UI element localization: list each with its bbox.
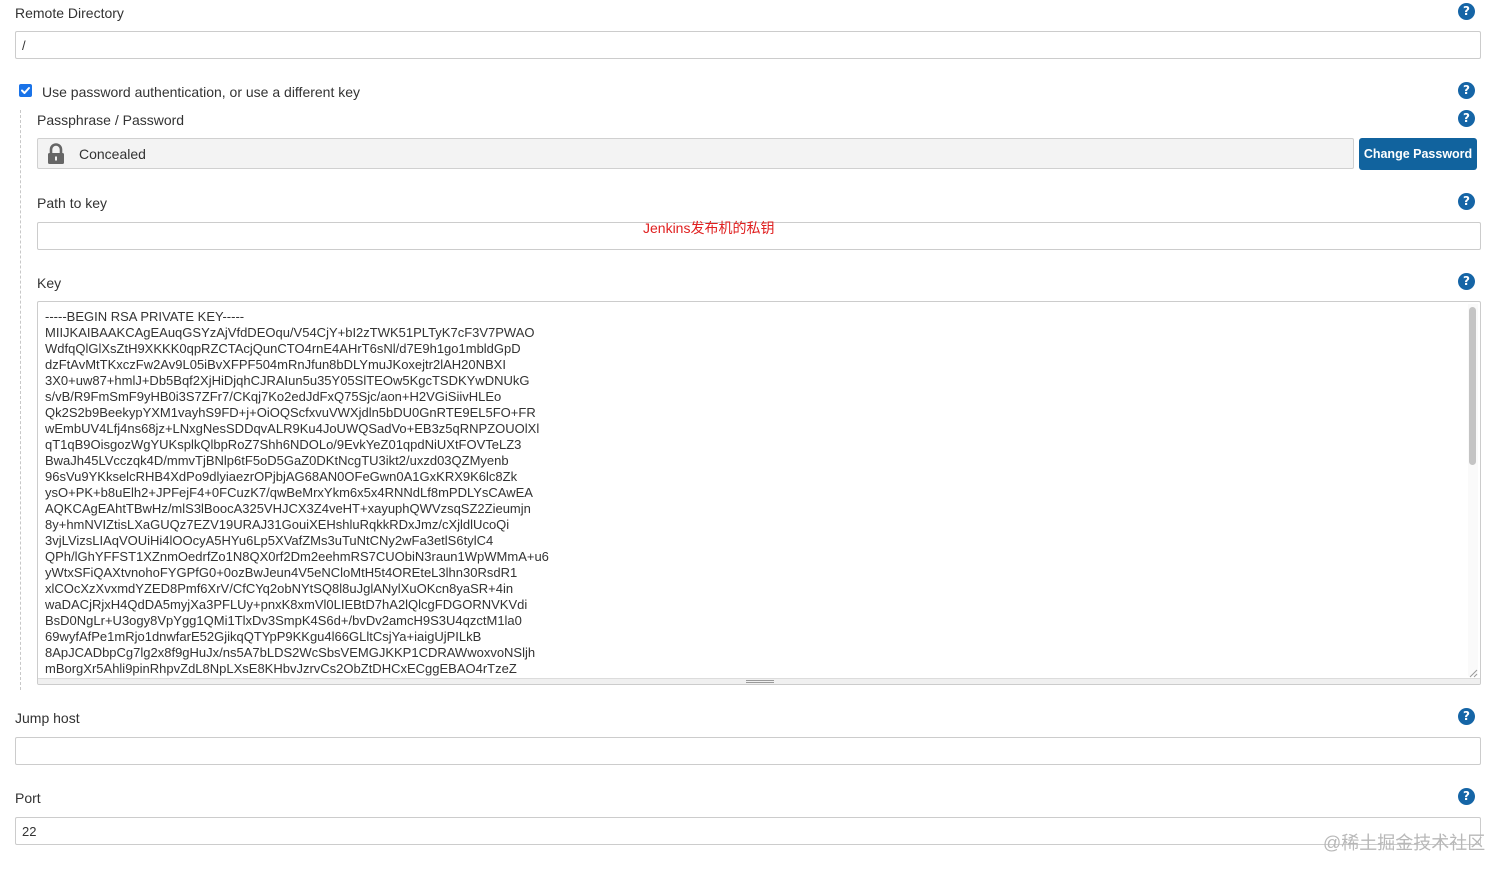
change-password-button[interactable]: Change Password [1359, 138, 1477, 170]
key-textarea[interactable]: -----BEGIN RSA PRIVATE KEY----- MIIJKAIB… [37, 301, 1481, 685]
path-to-key-label: Path to key [37, 195, 108, 211]
concealed-password-field: Concealed [37, 138, 1354, 169]
help-icon[interactable]: ? [1458, 273, 1475, 290]
remote-directory-label: Remote Directory [15, 5, 124, 21]
help-icon[interactable]: ? [1458, 110, 1475, 127]
concealed-text: Concealed [79, 146, 146, 162]
help-icon[interactable]: ? [1458, 193, 1475, 210]
help-icon[interactable]: ? [1458, 82, 1475, 99]
checkmark-icon [21, 87, 30, 94]
jump-host-input[interactable] [15, 737, 1481, 765]
annotation-text: Jenkins发布机的私钥 [643, 220, 775, 236]
grip-icon [746, 680, 774, 683]
lock-icon [46, 143, 66, 168]
password-auth-checkbox[interactable] [19, 84, 32, 97]
help-icon[interactable]: ? [1458, 3, 1475, 20]
key-content: -----BEGIN RSA PRIVATE KEY----- MIIJKAIB… [45, 309, 549, 676]
remote-directory-input[interactable] [15, 31, 1481, 59]
port-input[interactable] [15, 817, 1481, 845]
key-label: Key [37, 275, 62, 291]
password-auth-label: Use password authentication, or use a di… [42, 84, 361, 100]
textarea-grip-bar[interactable] [38, 678, 1480, 684]
port-label: Port [15, 790, 41, 806]
watermark: @稀土掘金技术社区 [1323, 833, 1486, 853]
scrollbar-thumb[interactable] [1469, 307, 1476, 465]
jump-host-label: Jump host [15, 710, 80, 726]
resize-handle-icon[interactable] [1468, 668, 1478, 678]
help-icon[interactable]: ? [1458, 788, 1475, 805]
nested-section-border [20, 110, 21, 690]
passphrase-label: Passphrase / Password [37, 112, 185, 128]
help-icon[interactable]: ? [1458, 708, 1475, 725]
